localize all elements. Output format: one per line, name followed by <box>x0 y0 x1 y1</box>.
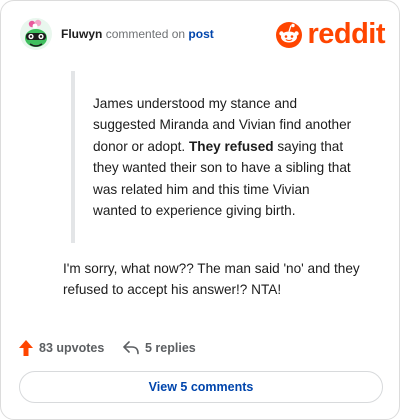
comment-meta: Fluwyn commented on post <box>61 27 214 41</box>
reddit-logo[interactable]: reddit <box>275 19 385 49</box>
quoted-text: James understood my stance and suggested… <box>71 71 355 244</box>
comment-actions: 83 upvotes 5 replies <box>19 338 385 358</box>
reply-count: 5 replies <box>145 341 196 355</box>
reply-arrow-icon <box>123 341 139 355</box>
replies-button[interactable]: 5 replies <box>123 338 196 358</box>
comment-card: Fluwyn commented on post reddit James un… <box>0 0 400 420</box>
comment-header: Fluwyn commented on post reddit <box>19 17 385 51</box>
author-name[interactable]: Fluwyn <box>61 27 102 41</box>
view-comments-button[interactable]: View 5 comments <box>19 371 383 403</box>
quote-text-bold: They refused <box>188 138 274 154</box>
reddit-wordmark: reddit <box>307 18 385 50</box>
upvote-button[interactable]: 83 upvotes <box>19 338 104 358</box>
post-link[interactable]: post <box>188 27 213 41</box>
upvote-count: 83 upvotes <box>39 341 105 355</box>
user-avatar[interactable] <box>19 17 53 51</box>
snoo-avatar-icon <box>20 18 52 50</box>
comment-body: I'm sorry, what now?? The man said 'no' … <box>63 261 360 298</box>
meta-verb: commented on <box>105 27 186 41</box>
reddit-snoo-icon <box>276 22 303 48</box>
upvote-arrow-icon <box>19 340 33 356</box>
